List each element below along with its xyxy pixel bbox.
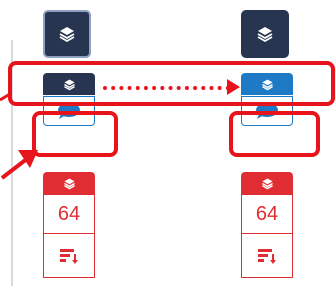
arrow-head-right-icon (227, 79, 240, 95)
pointer-arrow-chat (0, 156, 30, 180)
annotation-arrows (0, 79, 240, 180)
pointer-arrow-top-left (0, 92, 11, 102)
